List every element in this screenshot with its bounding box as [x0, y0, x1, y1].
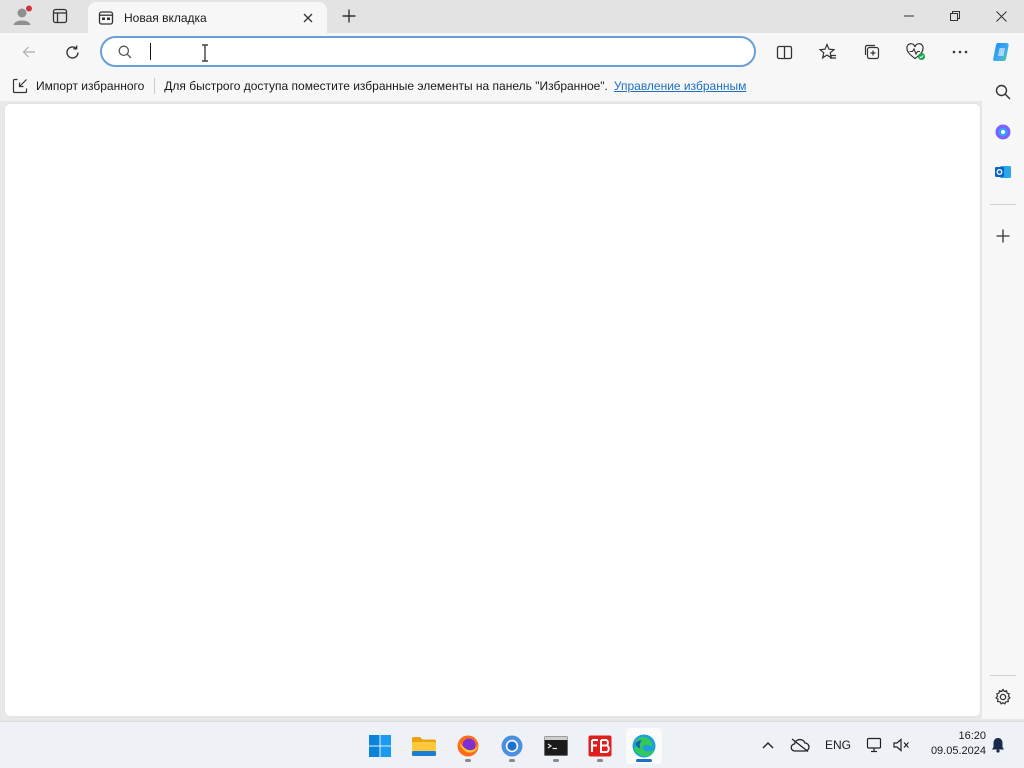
close-icon	[303, 13, 313, 22]
favorites-button[interactable]	[813, 38, 843, 66]
page-content-area	[4, 103, 981, 717]
sidebar-copilot-app-button[interactable]	[989, 118, 1017, 146]
favorites-divider	[154, 78, 156, 94]
search-icon	[118, 45, 132, 58]
import-favorites-label: Импорт избранного	[36, 79, 145, 93]
taskbar: ENG 16:20 09.05.2024	[0, 721, 1024, 768]
split-screen-icon	[776, 45, 792, 59]
tab-new-tab[interactable]: Новая вкладка	[88, 2, 327, 33]
copilot-icon	[993, 43, 1009, 61]
sidebar-outlook-button[interactable]	[989, 158, 1017, 186]
collections-button[interactable]	[857, 38, 887, 66]
clock-time: 16:20	[958, 730, 986, 742]
plus-icon	[996, 229, 1010, 243]
gear-icon	[995, 688, 1011, 705]
onedrive-status[interactable]	[789, 734, 811, 756]
volume-status[interactable]	[890, 734, 912, 756]
heart-pulse-icon	[906, 43, 925, 60]
sidebar	[982, 71, 1024, 719]
profile-button[interactable]	[8, 4, 36, 28]
new-tab-page-icon	[98, 10, 114, 25]
split-screen-button[interactable]	[769, 38, 799, 66]
copilot-button[interactable]	[987, 38, 1017, 66]
network-status[interactable]	[864, 734, 886, 756]
show-hidden-icons-button[interactable]	[758, 734, 778, 756]
search-icon	[995, 84, 1011, 100]
taskbar-edge[interactable]	[626, 728, 662, 764]
start-icon	[369, 735, 391, 757]
plus-icon	[342, 9, 356, 23]
firefox-icon	[457, 735, 479, 757]
tab-close-button[interactable]	[299, 9, 317, 27]
back-button[interactable]	[14, 38, 44, 66]
bell-icon	[992, 738, 1004, 753]
m365-icon	[995, 124, 1011, 140]
address-input[interactable]	[144, 43, 704, 60]
arrow-left-icon	[22, 46, 35, 58]
address-bar[interactable]	[100, 36, 756, 67]
close-window-button[interactable]	[978, 0, 1024, 32]
text-caret	[150, 43, 151, 60]
running-indicator	[597, 759, 603, 762]
sidebar-add-button[interactable]	[989, 222, 1017, 250]
tab-actions-icon	[52, 8, 68, 24]
favorites-star-icon	[819, 43, 836, 60]
refresh-icon	[65, 45, 79, 59]
tab-title: Новая вкладка	[124, 10, 207, 25]
running-indicator	[509, 759, 515, 762]
sidebar-search-button[interactable]	[989, 78, 1017, 106]
tab-strip: Новая вкладка	[0, 0, 1024, 33]
restore-button[interactable]	[932, 0, 978, 32]
taskbar-terminal[interactable]	[538, 728, 574, 764]
edge-icon	[632, 734, 656, 758]
cloud-offline-icon	[790, 738, 810, 752]
new-tab-button[interactable]	[336, 4, 362, 28]
collections-icon	[864, 44, 880, 60]
start-button[interactable]	[362, 728, 398, 764]
clock-date: 09.05.2024	[930, 745, 986, 757]
favorites-hint-text: Для быстрого доступа поместите избранные…	[164, 79, 608, 93]
notifications-button[interactable]	[988, 734, 1008, 756]
speaker-muted-icon	[893, 738, 909, 752]
fb-app-icon	[588, 735, 612, 757]
sidebar-divider	[990, 675, 1016, 676]
minimize-icon	[904, 15, 914, 17]
import-favorites-button[interactable]: Импорт избранного	[12, 78, 144, 94]
chevron-up-icon	[762, 742, 774, 749]
running-indicator	[553, 759, 559, 762]
toolbar	[0, 33, 1024, 71]
sidebar-divider	[990, 204, 1016, 205]
manage-favorites-link[interactable]: Управление избранным	[614, 79, 746, 93]
settings-more-button[interactable]	[945, 38, 975, 66]
tab-actions-button[interactable]	[46, 4, 74, 28]
taskbar-fb-app[interactable]	[582, 728, 618, 764]
sidebar-settings-button[interactable]	[989, 683, 1017, 711]
chrome-icon	[501, 735, 523, 757]
outlook-icon	[995, 166, 1011, 178]
terminal-icon	[544, 736, 568, 756]
system-clock[interactable]: 16:20 09.05.2024	[916, 729, 986, 759]
network-icon	[866, 737, 882, 753]
restore-icon	[950, 11, 960, 21]
minimize-button[interactable]	[886, 0, 932, 32]
profile-avatar-icon	[13, 5, 32, 25]
text-cursor-icon	[202, 44, 208, 62]
running-indicator	[465, 759, 471, 762]
taskbar-file-explorer[interactable]	[406, 728, 442, 764]
taskbar-chrome[interactable]	[494, 728, 530, 764]
browser-essentials-button[interactable]	[901, 38, 931, 66]
file-explorer-icon	[412, 737, 436, 756]
close-icon	[995, 10, 1007, 22]
import-icon	[12, 78, 28, 94]
refresh-button[interactable]	[57, 38, 87, 66]
active-indicator	[636, 759, 652, 762]
favorites-bar: Импорт избранного Для быстрого доступа п…	[0, 71, 988, 101]
language-indicator[interactable]: ENG	[822, 734, 854, 756]
taskbar-firefox[interactable]	[450, 728, 486, 764]
more-horizontal-icon	[952, 50, 968, 54]
